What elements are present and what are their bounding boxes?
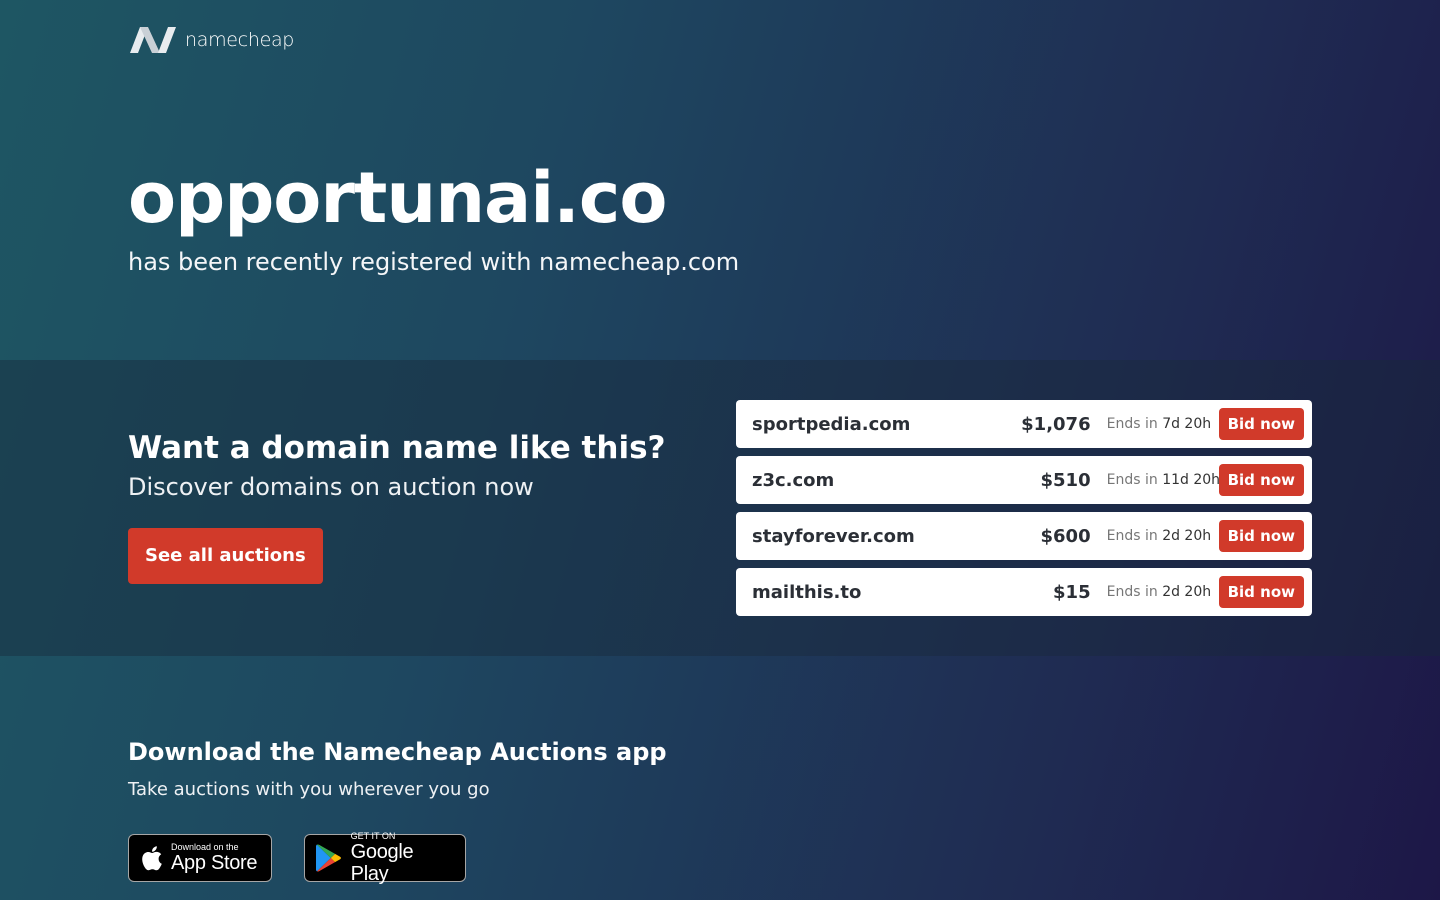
ends-value: 2d 20h: [1162, 528, 1212, 544]
google-play-big-text: Google Play: [350, 841, 414, 885]
store-badges: Download on the App Store GET IT ON Goog…: [128, 831, 667, 885]
auction-subheading: Discover domains on auction now: [128, 473, 534, 501]
ends-label: Ends in: [1106, 528, 1158, 544]
auction-row: stayforever.com $600 Ends in 2d 20h Bid …: [736, 512, 1312, 560]
auction-row: mailthis.to $15 Ends in 2d 20h Bid now: [736, 568, 1312, 616]
logo-text: namecheap: [185, 29, 295, 51]
app-subheading: Take auctions with you wherever you go: [128, 779, 490, 800]
app-heading: Download the Namecheap Auctions app: [128, 738, 667, 766]
bid-now-button[interactable]: Bid now: [1218, 408, 1304, 440]
ends-label: Ends in: [1106, 416, 1158, 432]
ends-value: 11d 20h: [1162, 472, 1221, 488]
google-play-badge[interactable]: GET IT ON Google Play: [304, 831, 466, 885]
ends-label: Ends in: [1106, 584, 1158, 600]
app-store-badge[interactable]: Download on the App Store: [128, 834, 272, 882]
ends-value: 7d 20h: [1162, 416, 1212, 432]
auction-ends: Ends in 7d 20h: [1107, 416, 1219, 432]
ends-value: 2d 20h: [1162, 584, 1212, 600]
app-download-section: Download the Namecheap Auctions app Take…: [128, 736, 667, 885]
auction-list: sportpedia.com $1,076 Ends in 7d 20h Bid…: [736, 400, 1312, 624]
bid-now-button[interactable]: Bid now: [1218, 576, 1304, 608]
bid-now-button[interactable]: Bid now: [1218, 464, 1304, 496]
namecheap-logo-icon: [130, 27, 176, 53]
auction-domain-name[interactable]: sportpedia.com: [752, 414, 1021, 435]
auction-domain-name[interactable]: stayforever.com: [752, 526, 1041, 547]
auction-section: Want a domain name like this? Discover d…: [0, 360, 1440, 656]
auction-ends: Ends in 2d 20h: [1107, 584, 1219, 600]
auction-domain-name[interactable]: z3c.com: [752, 470, 1041, 491]
bid-now-button[interactable]: Bid now: [1218, 520, 1304, 552]
auction-domain-name[interactable]: mailthis.to: [752, 582, 1053, 603]
auction-price: $510: [1040, 469, 1091, 491]
auction-price: $1,076: [1021, 413, 1091, 435]
auction-ends: Ends in 11d 20h: [1106, 472, 1221, 488]
app-store-small-text: Download on the: [171, 842, 239, 852]
app-store-big-text: App Store: [171, 852, 258, 874]
auction-ends: Ends in 2d 20h: [1107, 528, 1219, 544]
hero-subtitle: has been recently registered with namech…: [128, 248, 740, 276]
apple-icon: [142, 846, 162, 871]
auction-price: $600: [1040, 525, 1091, 547]
auction-row: z3c.com $510 Ends in 11d 20h Bid now: [736, 456, 1312, 504]
ends-label: Ends in: [1106, 472, 1158, 488]
google-play-icon: [315, 844, 341, 872]
auction-price: $15: [1053, 581, 1091, 603]
see-all-auctions-button[interactable]: See all auctions: [128, 528, 323, 584]
app-store-text: Download on the App Store: [171, 842, 258, 874]
registered-domain-title: opportunai.co: [128, 157, 667, 239]
auction-heading: Want a domain name like this?: [128, 430, 666, 466]
google-play-text: GET IT ON Google Play: [351, 831, 455, 885]
logo-link[interactable]: namecheap: [128, 25, 294, 55]
auction-promo: Want a domain name like this? Discover d…: [128, 428, 666, 584]
hero-section: opportunai.co has been recently register…: [128, 156, 739, 278]
google-play-small-text: GET IT ON: [350, 831, 396, 841]
site-header: namecheap: [128, 24, 294, 56]
auction-row: sportpedia.com $1,076 Ends in 7d 20h Bid…: [736, 400, 1312, 448]
